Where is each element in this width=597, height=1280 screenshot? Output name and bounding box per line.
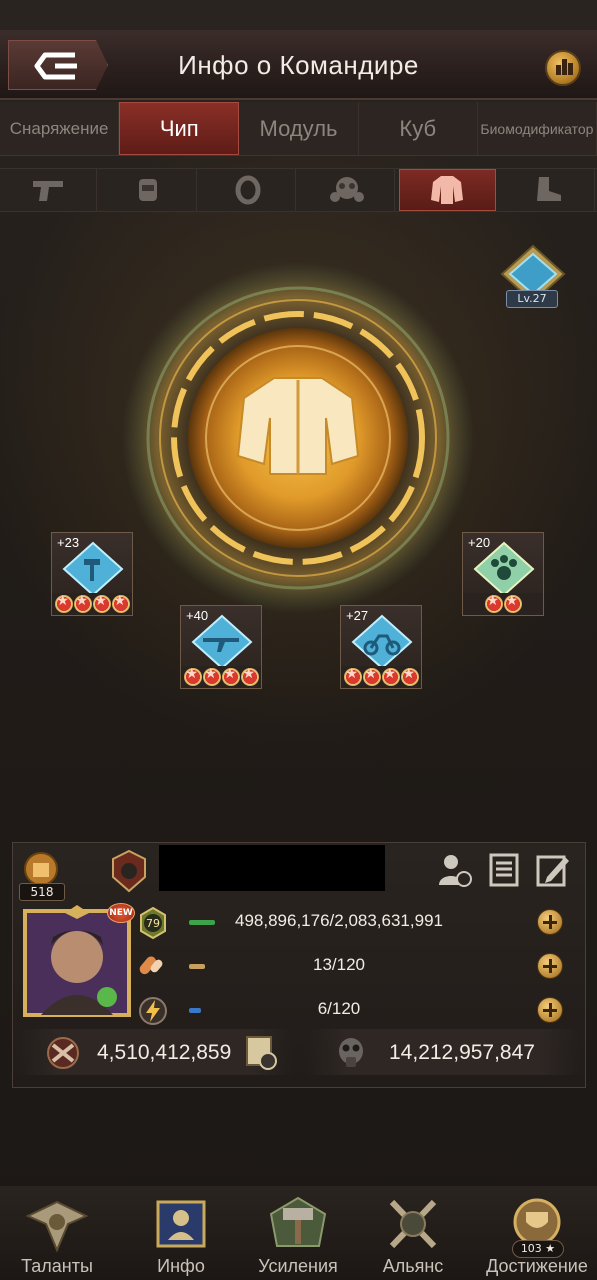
star-icon — [183, 666, 202, 686]
star-icon — [381, 666, 400, 686]
star-icon — [73, 593, 92, 613]
level-badge-icon: 79 — [140, 907, 166, 939]
chip-slot-4[interactable]: +27 — [340, 605, 422, 689]
tab-module[interactable]: Модуль — [239, 102, 359, 155]
nav-talents[interactable]: Таланты — [2, 1186, 112, 1280]
chip-slot-3[interactable]: +40 — [180, 605, 262, 689]
stats-button[interactable] — [545, 50, 581, 86]
crossed-guns-icon — [47, 1037, 79, 1069]
nav-alliance[interactable]: Альянс — [358, 1186, 468, 1280]
power-total-box: 4,510,412,859 — [17, 1029, 293, 1075]
profile-settings-icon[interactable] — [437, 851, 473, 889]
chip-level-label: Lv.27 — [506, 290, 558, 308]
slot-tab-armor[interactable] — [399, 169, 496, 211]
star-icon — [343, 666, 362, 686]
kills-total-box: 14,212,957,847 — [305, 1029, 581, 1075]
stamina-row: 13/120 — [133, 949, 583, 985]
power-count: 518 — [19, 883, 65, 901]
tab-biomodifier[interactable]: Биомодификатор — [478, 102, 597, 155]
chip-slot-2[interactable]: +20 — [462, 532, 544, 616]
star-rating — [463, 593, 543, 615]
nav-info[interactable]: Инфо — [126, 1186, 236, 1280]
stamina-capsule-icon — [139, 956, 163, 975]
chip-enhance-level: +27 — [346, 608, 369, 623]
add-energy-button[interactable] — [537, 997, 563, 1023]
nav-achievement[interactable]: 103 ★ Достижение — [482, 1186, 592, 1280]
gas-mask-icon — [330, 177, 365, 202]
nav-boosts[interactable]: Усиления — [243, 1186, 353, 1280]
chip-enhance-level: +40 — [186, 608, 209, 623]
armor-jacket-icon — [236, 377, 360, 475]
main-tabs: Снаряжение Чип Модуль Куб Биомодификатор — [0, 102, 597, 156]
commander-header-row: 518 — [13, 843, 585, 901]
slot-tab-weapon[interactable] — [2, 169, 98, 211]
ring-icon — [235, 175, 261, 205]
slot-tab-ring[interactable] — [201, 169, 296, 211]
kills-total: 14,212,957,847 — [389, 1041, 535, 1064]
tab-chip[interactable]: Чип — [119, 102, 240, 155]
nav-label: Инфо — [157, 1256, 205, 1276]
star-rating — [181, 666, 261, 688]
talents-wings-icon — [25, 1200, 89, 1253]
star-icon — [54, 593, 73, 613]
chip-slot-1[interactable]: +23 — [51, 532, 133, 616]
add-stamina-button[interactable] — [537, 953, 563, 979]
star-icon — [202, 666, 221, 686]
commander-name-redacted — [159, 845, 385, 891]
star-icon — [111, 593, 130, 613]
commander-panel: 518 NEW 79 498,896,176/2,083,631,991 13/… — [12, 842, 586, 1088]
power-detail-icon[interactable] — [243, 1033, 279, 1071]
star-icon — [92, 593, 111, 613]
nav-label: Усиления — [258, 1256, 338, 1276]
pistol-icon — [33, 181, 64, 201]
bottom-nav: Таланты Инфо Усиления Альянс 103 ★ Дости… — [0, 1186, 597, 1280]
nav-label: Достижение — [486, 1256, 588, 1276]
tab-equipment[interactable]: Снаряжение — [0, 102, 120, 155]
star-icon — [362, 666, 381, 686]
chip-core-ring — [122, 262, 474, 614]
chip-enhance-level: +20 — [468, 535, 491, 550]
gas-mask-icon — [339, 1038, 363, 1067]
header-bar: Инфо о Командире — [0, 30, 597, 100]
star-icon — [221, 666, 240, 686]
nav-label: Альянс — [382, 1256, 444, 1276]
star-icon — [240, 666, 259, 686]
rank-emblem-icon[interactable] — [109, 849, 149, 893]
log-list-icon[interactable] — [485, 851, 521, 889]
energy-bolt-icon — [139, 997, 167, 1025]
power-total: 4,510,412,859 — [97, 1041, 232, 1064]
energy-value: 6/120 — [317, 999, 361, 1018]
add-exp-button[interactable] — [537, 909, 563, 935]
alliance-swords-icon — [389, 1199, 437, 1249]
exp-value: 498,896,176/2,083,631,991 — [235, 911, 443, 930]
bar-chart-icon — [556, 65, 561, 75]
chip-enhance-level: +23 — [57, 535, 80, 550]
new-badge: NEW — [107, 903, 135, 923]
star-icon — [400, 666, 419, 686]
stamina-value: 13/120 — [313, 955, 365, 974]
slot-tab-helmet[interactable] — [101, 169, 197, 211]
hammer-boost-icon — [269, 1196, 327, 1247]
star-icon — [503, 593, 522, 613]
star-rating — [341, 666, 421, 688]
info-scroll-icon — [156, 1200, 206, 1248]
star-icon — [484, 593, 503, 613]
commander-info-screen: Инфо о Командире Снаряжение Чип Модуль К… — [0, 0, 597, 1280]
edit-icon[interactable] — [535, 851, 571, 889]
slot-tab-mask[interactable] — [300, 169, 396, 211]
boot-icon — [536, 177, 561, 201]
svg-text:79: 79 — [146, 917, 160, 930]
slot-tab-boots[interactable] — [500, 169, 595, 211]
equipment-slot-tabs — [0, 168, 597, 212]
helmet-icon — [139, 179, 158, 201]
exp-row: 79 498,896,176/2,083,631,991 — [133, 905, 583, 941]
page-title: Инфо о Командире — [178, 50, 419, 80]
commander-totals: 4,510,412,859 14,212,957,847 — [13, 1029, 585, 1077]
armor-jacket-icon — [431, 176, 464, 204]
tab-cube[interactable]: Куб — [359, 102, 478, 155]
nav-label: Таланты — [21, 1256, 93, 1276]
star-rating — [52, 593, 132, 615]
energy-row: 6/120 — [133, 993, 583, 1029]
